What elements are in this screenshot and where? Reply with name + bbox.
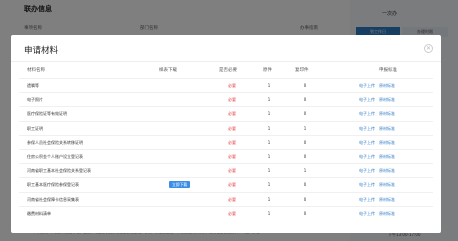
header-standard: 申报标准 [379,68,397,73]
required-flag: 必要 [228,97,236,103]
original-count: 1 [267,97,271,103]
header-required: 是否必要 [219,68,237,73]
standard-link[interactable]: 原材标准 [379,182,395,187]
material-name: 遗嘱等 [27,83,39,88]
table-row: 河南省社会保障卡信息采集表 必要 1 0 电子上传 原材标准 [19,191,433,206]
material-name: 参保人员社会保险关系转移证明 [27,139,83,145]
upload-link[interactable]: 电子上传 [359,168,375,173]
standard-link[interactable]: 原材标准 [379,168,395,173]
table-row: 遗嘱等 必要 1 0 电子上传 原材标准 [19,78,433,92]
material-name: 河南省社会保障卡信息采集表 [27,196,79,202]
material-name: 缴费材料清单 [27,210,51,216]
original-count: 1 [267,125,271,131]
upload-link[interactable]: 电子上传 [359,111,375,116]
header-original: 原件 [263,68,272,73]
close-icon[interactable]: ✕ [424,44,433,53]
header-sample-download: 样表下载 [159,68,177,73]
standard-link[interactable]: 原材标准 [379,154,395,159]
standard-link[interactable]: 原材标准 [379,140,395,145]
row-actions: 电子上传 原材标准 [359,122,399,135]
standard-link[interactable]: 原材标准 [379,126,395,131]
copy-count: 1 [303,125,307,131]
table-row: 参保人员社会保险关系转移证明 必要 1 0 电子上传 原材标准 [19,134,433,149]
row-actions: 电子上传 原材标准 [359,207,399,220]
row-actions: 电子上传 原材标准 [359,150,399,163]
required-flag: 必要 [228,210,236,216]
original-count: 1 [267,168,271,174]
upload-link[interactable]: 电子上传 [359,97,375,102]
standard-link[interactable]: 原材标准 [379,97,395,102]
upload-link[interactable]: 电子上传 [359,140,375,145]
table-row: 医疗保险证等有效证明 必要 1 0 电子上传 原材标准 [19,106,433,120]
original-count: 1 [267,196,271,202]
standard-link[interactable]: 原材标准 [379,83,395,88]
original-count: 1 [267,111,271,117]
standard-link[interactable]: 原材标准 [379,111,395,116]
header-material-name: 材料名称 [27,68,45,73]
original-count: 1 [267,139,271,145]
material-name: 河南省职工基本社会保险关系登记表 [27,168,91,174]
row-actions: 电子上传 原材标准 [359,93,399,106]
table-body: 遗嘱等 必要 1 0 电子上传 原材标准 电子照片 必要 1 0 电子上传 原材标准 医疗保险证等有效证… [19,78,433,220]
header-copy: 复印件 [295,68,309,73]
copy-count: 0 [303,153,307,159]
material-name: 职工基本医疗保险参保登记表 [27,182,79,188]
table-row: 缴费材料清单 必要 1 0 电子上传 原材标准 [19,205,433,220]
table-header: 材料名称 样表下载 是否必要 原件 复印件 申报标准 [19,64,433,78]
row-actions: 电子上传 原材标准 [359,164,399,177]
copy-count: 0 [303,97,307,103]
download-button[interactable]: 立即下载 [169,181,191,189]
material-name: 住房公积金个人账户设立登记表 [27,153,83,159]
upload-link[interactable]: 电子上传 [359,182,375,187]
material-name: 职工证明 [27,125,43,131]
original-count: 1 [267,210,271,216]
upload-link[interactable]: 电子上传 [359,211,375,216]
table-row: 职工证明 必要 1 1 电子上传 原材标准 [19,120,433,135]
required-flag: 必要 [228,125,236,131]
original-count: 1 [267,153,271,159]
required-flag: 必要 [228,111,236,117]
required-flag: 必要 [228,139,236,145]
required-flag: 必要 [228,153,236,159]
table-row: 河南省职工基本社会保险关系登记表 必要 1 1 电子上传 原材标准 [19,163,433,177]
materials-modal: 申请材料 ✕ 材料名称 样表下载 是否必要 原件 复印件 申报标准 遗嘱等 必要 1… [11,35,441,233]
copy-count: 0 [303,83,307,88]
copy-count: 1 [303,168,307,174]
upload-link[interactable]: 电子上传 [359,126,375,131]
copy-count: 0 [303,210,307,216]
materials-table: 材料名称 样表下载 是否必要 原件 复印件 申报标准 遗嘱等 必要 1 0 电子上传 原材… [19,64,433,220]
table-row: 住房公积金个人账户设立登记表 必要 1 0 电子上传 原材标准 [19,148,433,163]
original-count: 1 [267,83,271,88]
modal-title: 申请材料 [24,46,59,56]
standard-link[interactable]: 原材标准 [379,211,395,216]
required-flag: 必要 [228,196,236,202]
required-flag: 必要 [228,168,236,174]
material-name: 电子照片 [27,97,43,103]
copy-count: 0 [303,139,307,145]
copy-count: 0 [303,111,307,117]
upload-link[interactable]: 电子上传 [359,83,375,88]
copy-count: 0 [303,182,307,188]
required-flag: 必要 [228,182,236,188]
copy-count: 0 [303,196,307,202]
original-count: 1 [267,182,271,188]
row-actions: 电子上传 原材标准 [359,79,399,92]
required-flag: 必要 [228,83,236,88]
row-actions: 电子上传 原材标准 [359,136,399,149]
table-row: 职工基本医疗保险参保登记表 立即下载 必要 1 0 电子上传 原材标准 [19,177,433,191]
row-actions: 电子上传 原材标准 [359,193,399,206]
upload-link[interactable]: 电子上传 [359,197,375,202]
row-actions: 电子上传 原材标准 [359,107,399,120]
row-actions: 电子上传 原材标准 [359,178,399,191]
material-name: 医疗保险证等有效证明 [27,111,67,117]
table-row: 电子照片 必要 1 0 电子上传 原材标准 [19,92,433,106]
upload-link[interactable]: 电子上传 [359,154,375,159]
divider [11,61,441,62]
standard-link[interactable]: 原材标准 [379,197,395,202]
